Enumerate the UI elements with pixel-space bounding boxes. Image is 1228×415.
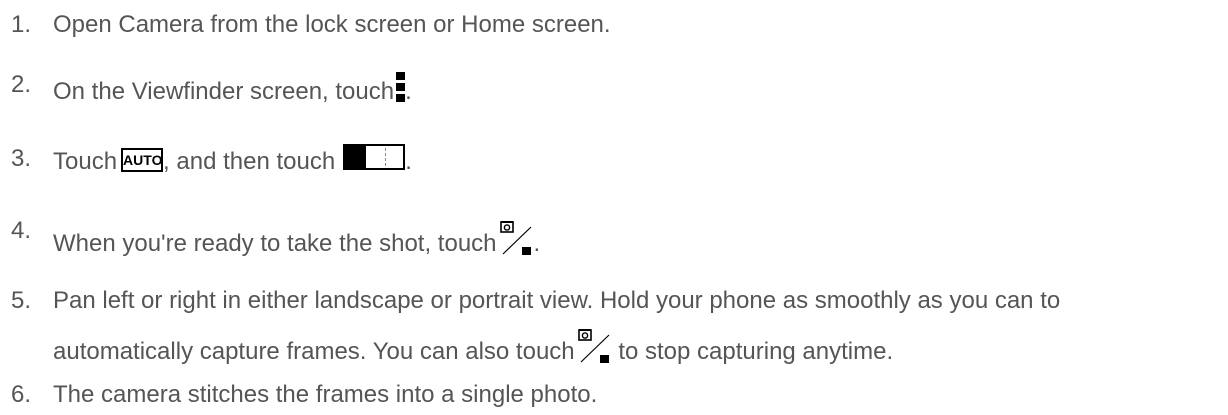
step-text-line: When you're ready to take the shot, touc… [53,215,540,260]
capture-stop-icon [499,221,534,257]
step-text-middle: , and then touch [163,148,336,175]
menu-vertical-icon [396,72,406,102]
step-number: 4. [11,217,32,244]
step-text-line: Touch AUTO, and then touch. [53,143,412,178]
step-number: 2. [11,71,32,98]
instruction-steps: 1. Open Camera from the lock screen or H… [0,0,1228,415]
step-text: Touch [53,148,118,175]
step-text-end: to stop capturing anytime. [618,338,894,365]
step-text: On the Viewfinder screen, touch [53,78,395,105]
step-text-line: automatically capture frames. You can al… [53,323,893,368]
capture-stop-icon [577,329,612,365]
step-text: When you're ready to take the shot, touc… [53,230,497,257]
panorama-mode-icon [343,144,406,170]
step-text-end: . [405,78,412,105]
step-number: 6. [11,381,32,408]
step-text: The camera stitches the frames into a si… [53,381,598,408]
step-text: Pan left or right in either landscape or… [53,287,1061,314]
auto-mode-icon: AUTO [121,148,164,172]
step-number: 5. [11,287,32,314]
step-number: 1. [11,11,32,38]
step-number: 3. [11,145,32,172]
step-text: automatically capture frames. You can al… [53,338,575,365]
step-text-end: . [533,230,541,257]
step-text-end: . [405,148,412,175]
step-text-line: On the Viewfinder screen, touch. [53,69,412,108]
step-text: Open Camera from the lock screen or Home… [53,11,611,38]
